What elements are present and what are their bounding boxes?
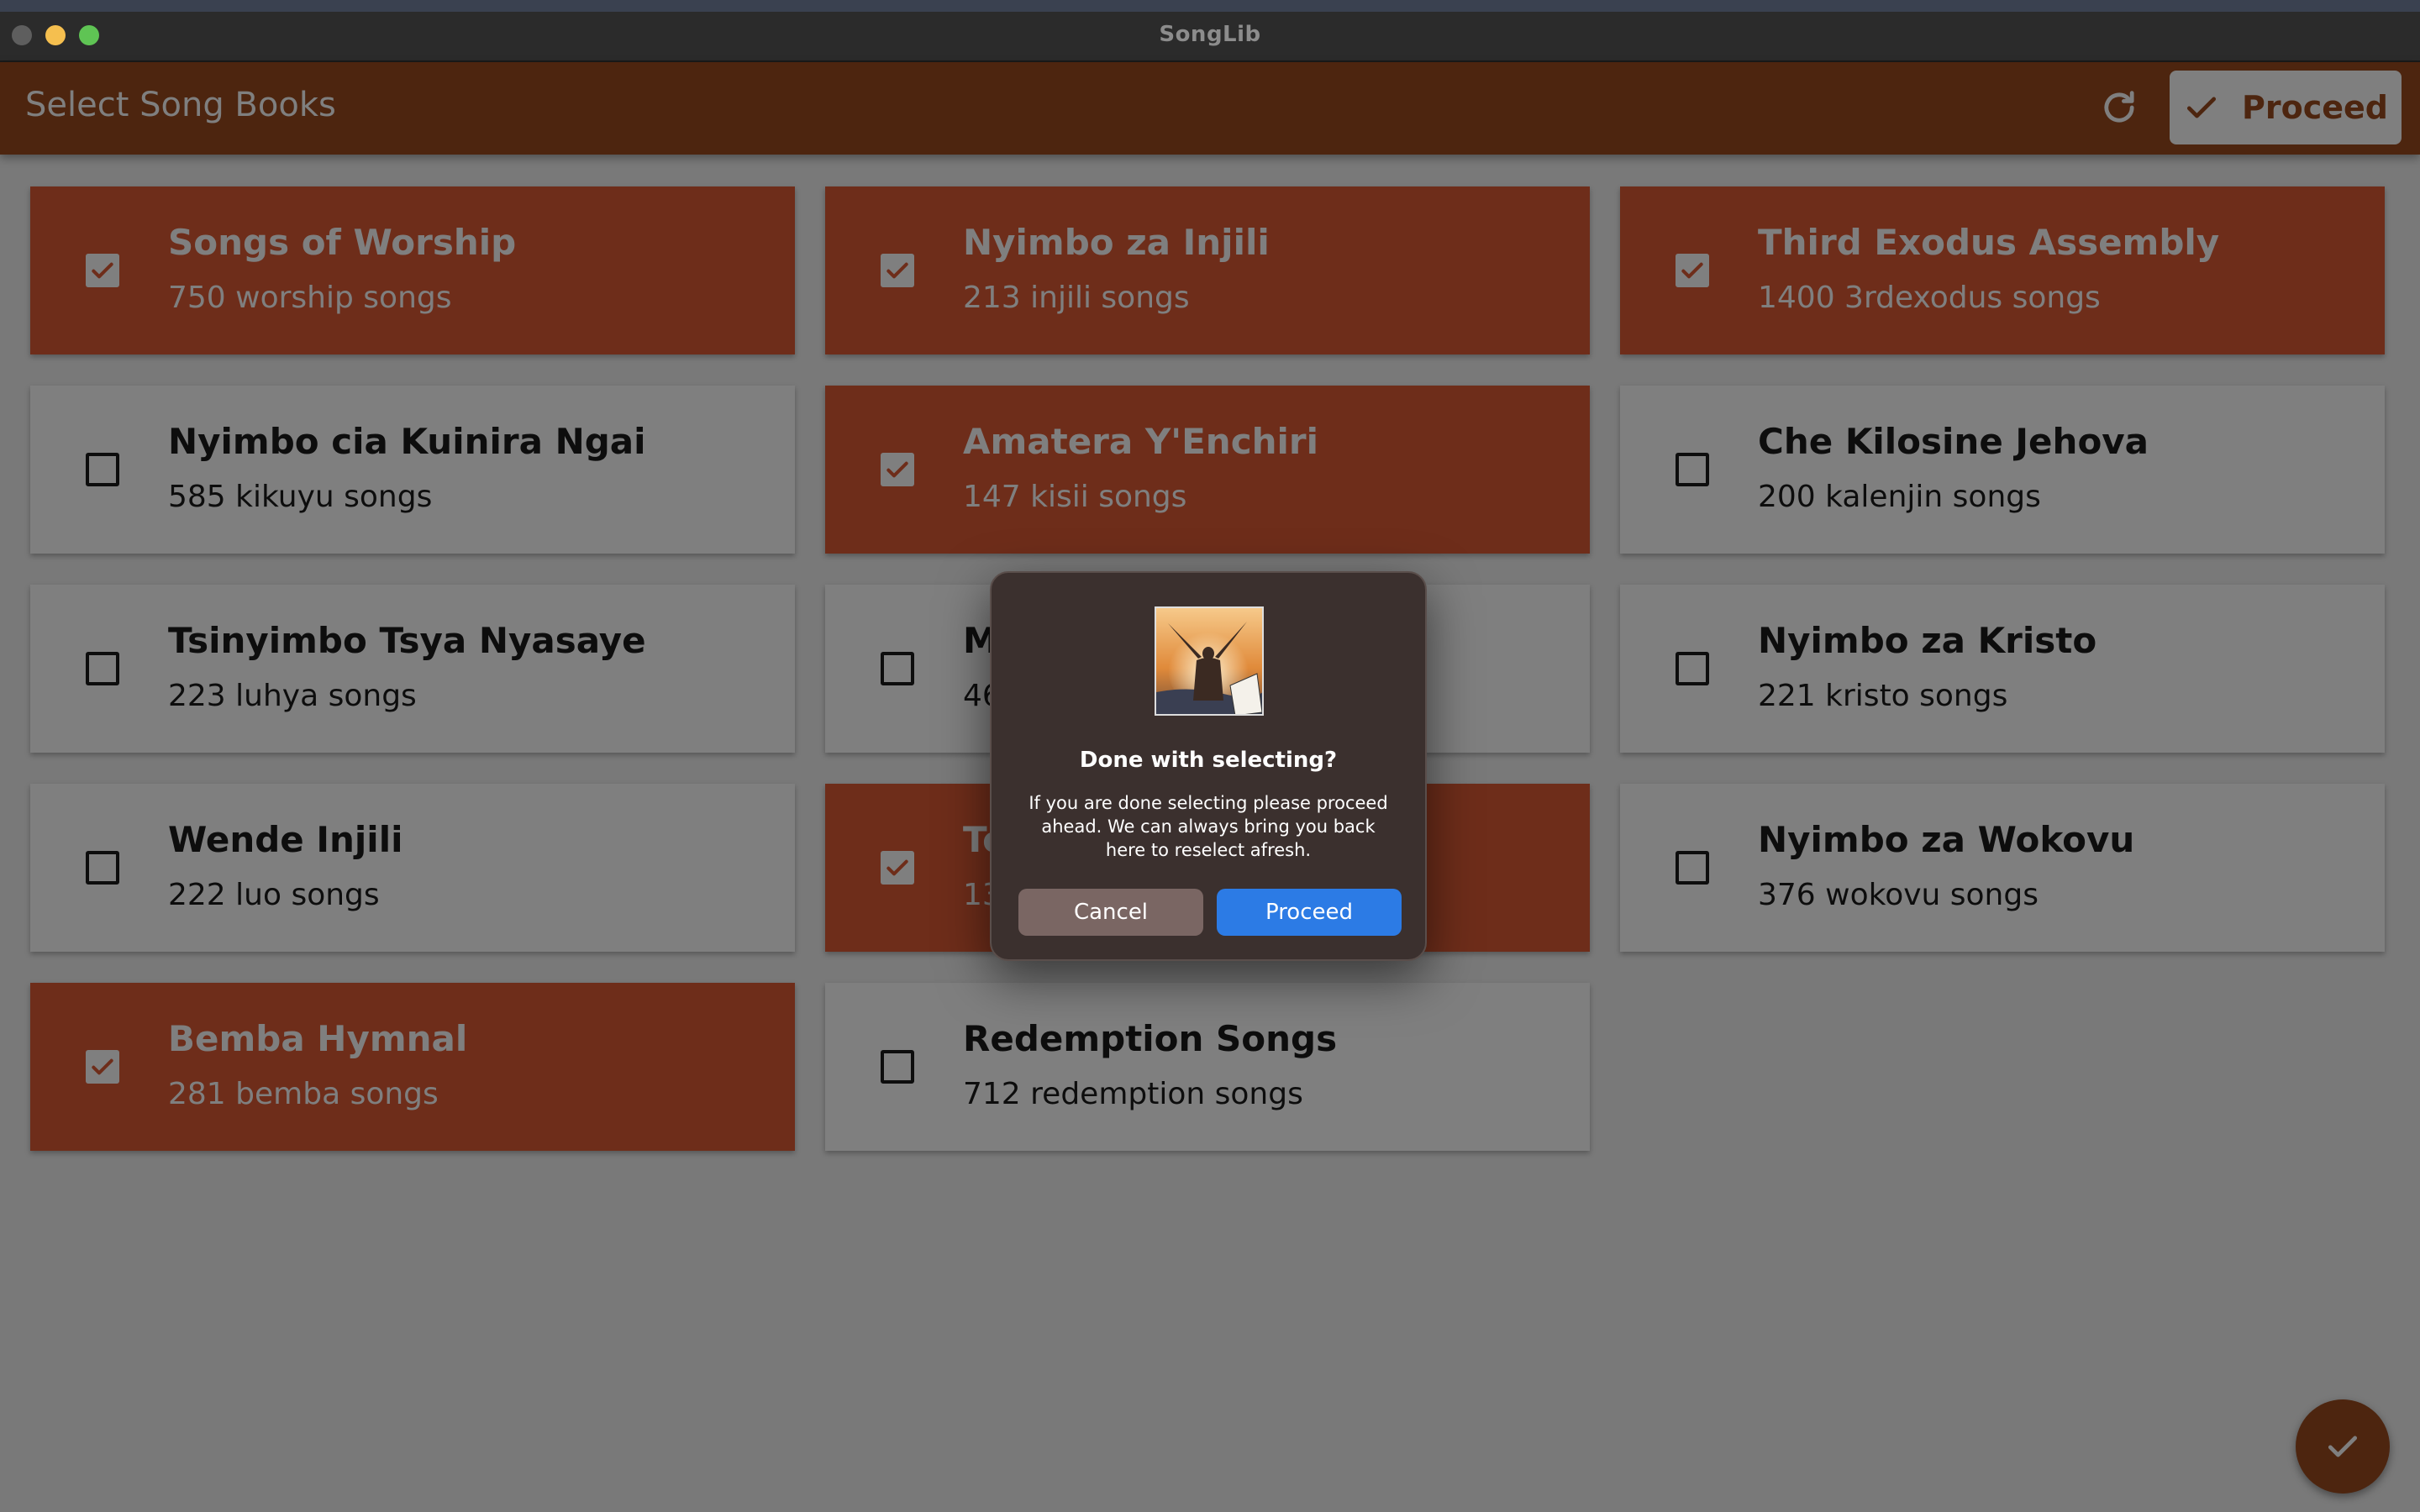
confirm-dialog: Done with selecting? If you are done sel…: [990, 571, 1427, 961]
cancel-button[interactable]: Cancel: [1018, 889, 1203, 936]
app-icon: [1155, 606, 1264, 716]
desktop-strip: [0, 0, 2420, 12]
app-window: SongLib Select Song Books Proceed Songs …: [0, 0, 2420, 1512]
dialog-message: If you are done selecting please proceed…: [1028, 793, 1388, 860]
window-title: SongLib: [1159, 22, 1261, 47]
dialog-proceed-button[interactable]: Proceed: [1217, 889, 1402, 936]
title-bar: SongLib: [0, 0, 2420, 62]
dialog-title: Done with selecting?: [1079, 748, 1338, 773]
